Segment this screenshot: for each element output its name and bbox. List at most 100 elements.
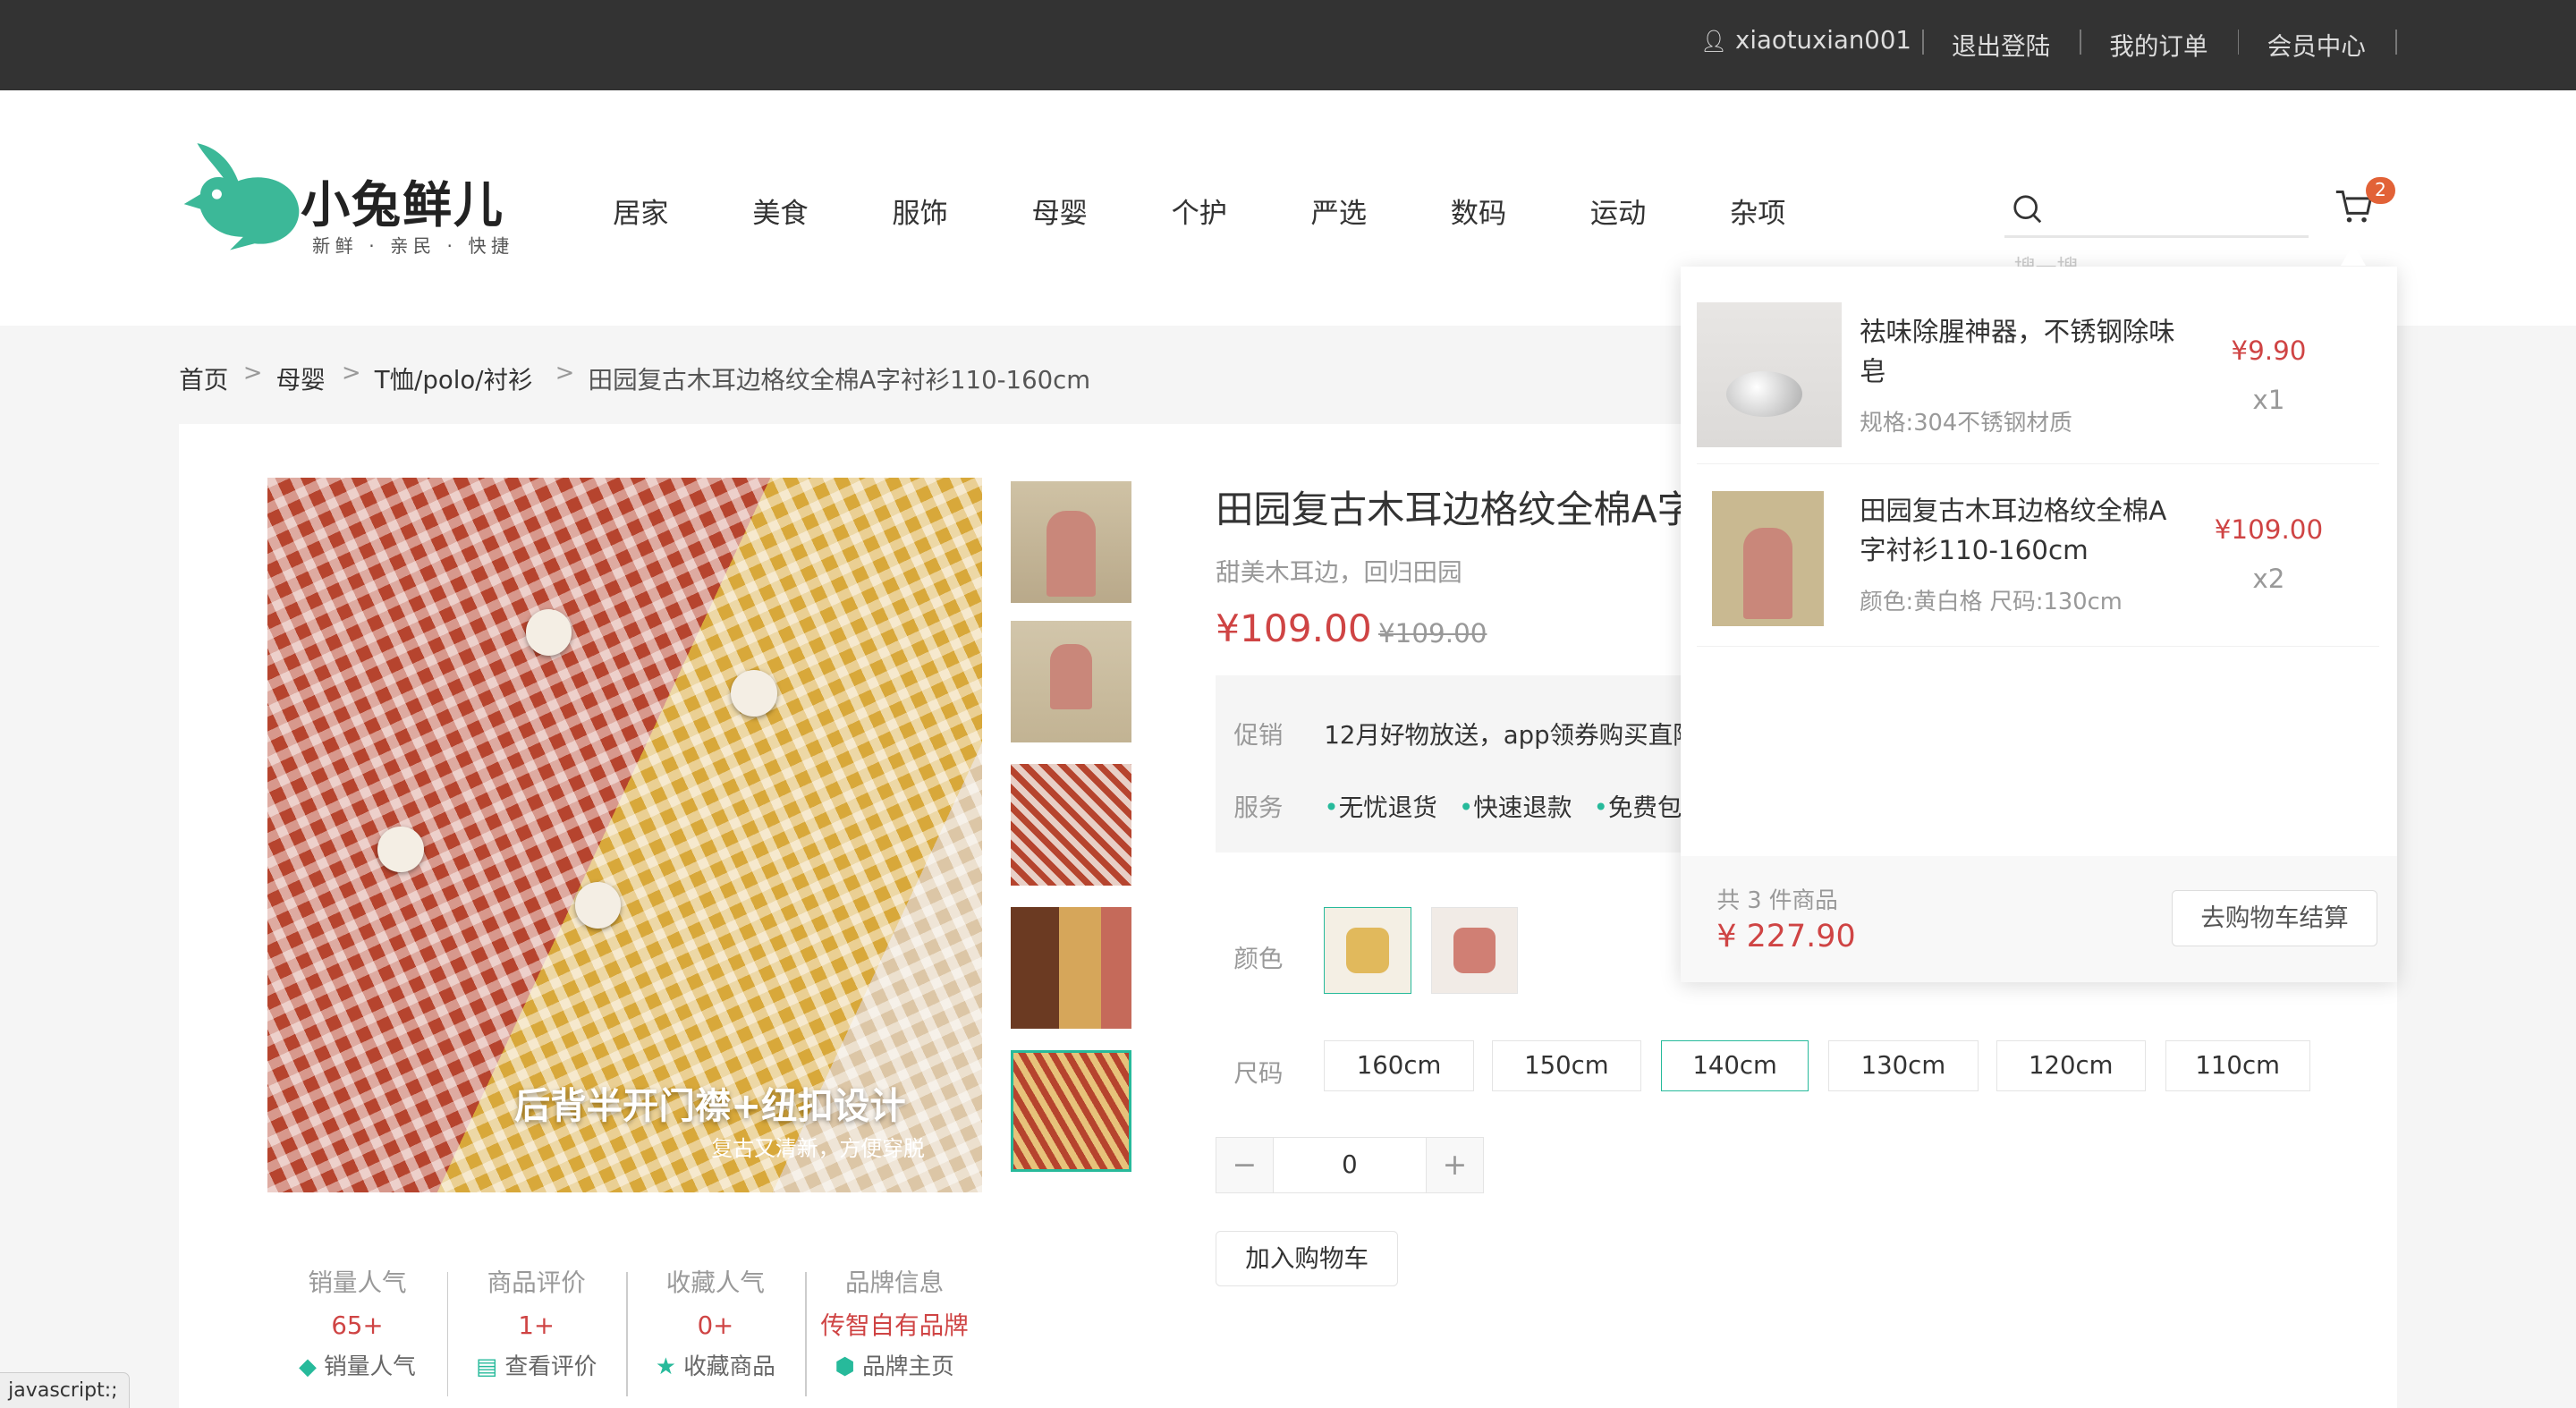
stat-title: 商品评价	[487, 1268, 586, 1297]
browser-status-bar: javascript:;	[0, 1371, 131, 1408]
checkout-button[interactable]: 去购物车结算	[2172, 890, 2377, 947]
service-item: •无忧退货	[1324, 793, 1437, 822]
button-detail	[525, 609, 572, 656]
stat-value: 1+	[518, 1310, 555, 1340]
thumbnail[interactable]	[1010, 481, 1132, 604]
quantity-input[interactable]: 0	[1274, 1138, 1425, 1192]
cart-item-count: x2	[2252, 563, 2285, 594]
color-swatch[interactable]	[1430, 906, 1519, 995]
breadcrumb-current: 田园复古木耳边格纹全棉A字衬衫110-160cm	[588, 366, 1091, 395]
stat-sales: 销量人气 65+ ◆ 销量人气	[267, 1265, 446, 1381]
product-subtitle: 甜美木耳边，回归田园	[1216, 558, 1462, 588]
size-option[interactable]: 120cm	[1996, 1039, 2146, 1091]
quantity-stepper: − 0 +	[1216, 1136, 1484, 1193]
cart-dropdown: 祛味除腥神器，不锈钢除味皂 规格:304不锈钢材质 ¥9.90 x1 田园复古木…	[1680, 243, 2397, 983]
brand-link[interactable]: ⬢ 品牌主页	[805, 1353, 984, 1382]
stat-title: 销量人气	[308, 1268, 407, 1297]
thumbnail[interactable]	[1010, 906, 1132, 1029]
search-input-underline	[2004, 234, 2309, 239]
view-reviews-link[interactable]: ▤ 查看评价	[447, 1353, 626, 1382]
divider	[2080, 30, 2082, 55]
cart-item-image	[1711, 491, 1824, 626]
member-center-link[interactable]: 会员中心	[2267, 26, 2366, 62]
sales-icon: ◆	[299, 1353, 317, 1380]
thumbnail[interactable]	[1010, 764, 1132, 886]
user-link[interactable]: 👤︎ xiaotuxian001	[1700, 26, 1911, 55]
increase-button[interactable]: +	[1426, 1137, 1483, 1192]
nav-item[interactable]: 严选	[1311, 191, 1367, 231]
nav-item[interactable]: 服饰	[892, 191, 947, 231]
nav-item[interactable]: 个护	[1172, 191, 1227, 231]
nav-item[interactable]: 数码	[1451, 191, 1506, 231]
stat-favorites: 收藏人气 0+ ★ 收藏商品	[626, 1265, 805, 1381]
breadcrumb-home[interactable]: 首页	[179, 360, 228, 395]
breadcrumb-subcategory[interactable]: T恤/polo/衬衫	[375, 360, 533, 395]
size-option[interactable]: 150cm	[1491, 1039, 1642, 1091]
thumbnail-selected[interactable]	[1010, 1049, 1132, 1172]
favorite-link[interactable]: ★ 收藏商品	[626, 1353, 805, 1382]
decrease-button[interactable]: −	[1216, 1137, 1274, 1192]
stat-brand: 品牌信息传智自有品牌 ⬢ 品牌主页	[805, 1265, 984, 1381]
nav-item[interactable]: 居家	[613, 191, 668, 231]
review-icon: ▤	[476, 1353, 498, 1380]
breadcrumb-category[interactable]: 母婴	[276, 360, 326, 395]
service-label: 服务	[1233, 793, 1284, 822]
breadcrumb-separator: >	[242, 360, 263, 387]
color-label: 颜色	[1233, 944, 1284, 973]
stat-value: 65+	[331, 1310, 384, 1340]
cart-badge: 2	[2365, 177, 2395, 204]
size-option[interactable]: 130cm	[1828, 1039, 1979, 1091]
stat-title: 品牌信息	[844, 1268, 945, 1297]
cart-item-image	[1697, 301, 1842, 447]
cart-item-price: ¥109.00	[2214, 513, 2324, 545]
cart-item[interactable]: 祛味除腥神器，不锈钢除味皂 规格:304不锈钢材质 ¥9.90 x1	[1697, 286, 2379, 464]
cart-item[interactable]: 田园复古木耳边格纹全棉A字衬衫110-160cm 颜色:黄白格 尺码:130cm…	[1697, 465, 2379, 647]
nav-item[interactable]: 母婴	[1031, 191, 1087, 231]
cart-item-spec: 颜色:黄白格 尺码:130cm	[1860, 589, 2123, 615]
logo-name: 小兔鲜儿	[301, 175, 504, 233]
cart-item-spec: 规格:304不锈钢材质	[1860, 409, 2072, 437]
cart-total-price: ¥ 227.90	[1716, 918, 1856, 954]
divider	[1921, 30, 1924, 55]
service-item: •免费包邮	[1593, 793, 1692, 822]
stat-reviews: 商品评价 1+ ▤ 查看评价	[447, 1265, 626, 1381]
stat-value: 传智自有品牌	[820, 1310, 969, 1340]
cart-total-count: 共 3 件商品	[1716, 887, 1838, 915]
image-caption: 后背半开门襟+纽扣设计	[513, 1084, 906, 1128]
add-to-cart-button[interactable]: 加入购物车	[1216, 1230, 1399, 1287]
cart-item-name: 田园复古木耳边格纹全棉A字衬衫110-160cm	[1860, 496, 2167, 566]
search-icon[interactable]	[2012, 194, 2044, 225]
stat-value: 0+	[697, 1310, 734, 1340]
image-subcaption: 复古又清新，方便穿脱	[711, 1135, 925, 1161]
cart-item-name: 祛味除腥神器，不锈钢除味皂	[1860, 316, 2175, 387]
divider	[2237, 30, 2240, 55]
cart-footer: 共 3 件商品 ¥ 227.90 去购物车结算	[1680, 855, 2397, 983]
thumbnail[interactable]	[1010, 621, 1132, 743]
top-bar: 👤︎ xiaotuxian001 退出登陆 我的订单 会员中心	[0, 0, 2576, 91]
logout-link[interactable]: 退出登陆	[1952, 26, 2050, 62]
service-item: •快速退款	[1458, 793, 1572, 822]
cart-item-count: x1	[2252, 384, 2285, 415]
color-swatch-selected[interactable]	[1324, 906, 1411, 995]
logo[interactable]	[181, 135, 304, 259]
nav-item[interactable]: 运动	[1590, 191, 1646, 231]
size-option[interactable]: 110cm	[2165, 1039, 2310, 1091]
cart-item-price: ¥9.90	[2231, 335, 2307, 366]
sales-link[interactable]: ◆ 销量人气	[267, 1353, 446, 1382]
product-old-price: ¥109.00	[1377, 617, 1487, 649]
rabbit-logo-icon	[183, 142, 300, 250]
promo-label: 促销	[1233, 720, 1284, 750]
button-detail	[731, 670, 777, 717]
logo-slogan: 新鲜 · 亲民 · 快捷	[311, 234, 514, 257]
product-title: 田园复古木耳边格纹全棉A字衬衫110-160cm	[1216, 488, 1683, 532]
promo-text: 12月好物放送，app领券购买直降	[1324, 720, 1692, 750]
size-option-selected[interactable]: 140cm	[1660, 1039, 1809, 1091]
brand-icon: ⬢	[835, 1353, 855, 1380]
my-orders-link[interactable]: 我的订单	[2109, 26, 2207, 62]
stat-title: 收藏人气	[665, 1268, 765, 1297]
nav-item[interactable]: 美食	[752, 191, 808, 231]
breadcrumb-separator: >	[555, 360, 575, 387]
size-option[interactable]: 160cm	[1324, 1039, 1474, 1091]
nav-item[interactable]: 杂项	[1730, 191, 1785, 231]
user-icon: 👤︎	[1699, 29, 1728, 55]
